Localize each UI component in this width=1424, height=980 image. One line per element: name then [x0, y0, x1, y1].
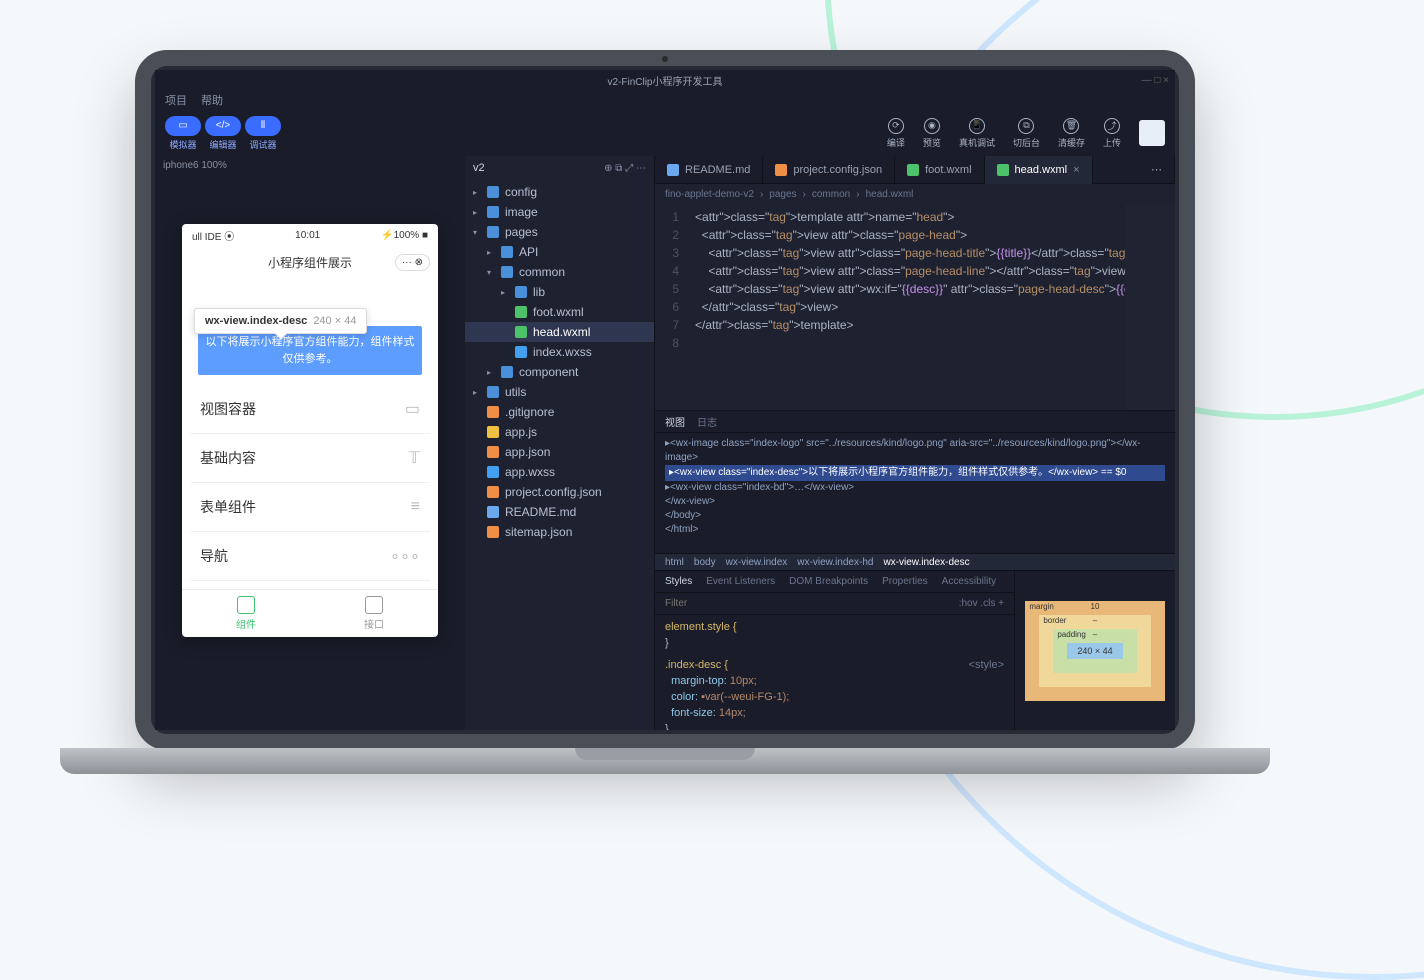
- tool-preview[interactable]: ◉预览: [923, 118, 941, 149]
- tree-item[interactable]: foot.wxml: [465, 302, 654, 322]
- styles-filter[interactable]: :hov .cls +: [655, 593, 1014, 615]
- tree-item[interactable]: ▾common: [465, 262, 654, 282]
- tree-item[interactable]: ▸lib: [465, 282, 654, 302]
- capsule-button[interactable]: ··· ⊗: [395, 254, 430, 271]
- tool-upload[interactable]: ⤴上传: [1103, 118, 1121, 149]
- menu-project[interactable]: 项目: [165, 92, 187, 108]
- tree-item[interactable]: ▾pages: [465, 222, 654, 242]
- tabs-overflow[interactable]: ⋯: [1139, 156, 1175, 184]
- tree-item[interactable]: ▸API: [465, 242, 654, 262]
- tree-item[interactable]: index.wxss: [465, 342, 654, 362]
- file-explorer: v2 ⊕ ⧉ ⤢ ⋯ ▸config▸image▾pages▸API▾commo…: [465, 156, 655, 730]
- tool-switch[interactable]: ⧉切后台: [1013, 118, 1040, 149]
- devtools-upper-tabs[interactable]: 视图 日志: [655, 411, 1175, 433]
- filter-input[interactable]: [665, 598, 959, 609]
- camera-dot: [662, 56, 668, 62]
- phone-preview[interactable]: ull IDE ⦿ 10:01 ⚡100% ■ 小程序组件展示 ··· ⊗ wx…: [182, 224, 438, 637]
- tab-api[interactable]: 接口: [310, 590, 438, 637]
- minimap[interactable]: [1125, 204, 1175, 410]
- window-titlebar: v2-FinClip小程序开发工具 — □ ×: [155, 70, 1175, 90]
- tree-item[interactable]: project.config.json: [465, 482, 654, 502]
- devtools-panel: 视图 日志 ▸<wx-image class="index-logo" src=…: [655, 410, 1175, 730]
- toolbar: ▭模拟器 </>编辑器 ⫴调试器 ⟳编译 ◉预览 📱真机调试 ⧉切后台 🗑清缓存…: [155, 110, 1175, 156]
- tree-item[interactable]: ▸config: [465, 182, 654, 202]
- tree-item[interactable]: sitemap.json: [465, 522, 654, 542]
- inspect-tooltip: wx-view.index-desc240 × 44: [194, 308, 367, 334]
- pill-simulator[interactable]: ▭模拟器: [165, 116, 201, 151]
- editor-area: README.mdproject.config.jsonfoot.wxmlhea…: [655, 156, 1175, 730]
- window-title: v2-FinClip小程序开发工具: [607, 73, 722, 88]
- tool-compile[interactable]: ⟳编译: [887, 118, 905, 149]
- editor-tab[interactable]: foot.wxml: [895, 156, 984, 184]
- tree-item[interactable]: ▸image: [465, 202, 654, 222]
- tree-item[interactable]: app.wxss: [465, 462, 654, 482]
- user-avatar[interactable]: [1139, 120, 1165, 146]
- menu-bar: 项目 帮助: [155, 90, 1175, 110]
- card-item[interactable]: 视图容器▭: [190, 385, 430, 434]
- explorer-header: v2 ⊕ ⧉ ⤢ ⋯: [465, 156, 654, 180]
- code-editor[interactable]: 12345678 <attr">class="tag">template att…: [655, 204, 1175, 410]
- box-model: margin10 border– padding– 240 × 44: [1015, 571, 1175, 730]
- editor-tabs: README.mdproject.config.jsonfoot.wxmlhea…: [655, 156, 1175, 184]
- card-item[interactable]: 基础内容𝕋: [190, 434, 430, 483]
- tree-item[interactable]: .gitignore: [465, 402, 654, 422]
- phone-nav-title: 小程序组件展示 ··· ⊗: [182, 246, 438, 278]
- laptop-frame: v2-FinClip小程序开发工具 — □ × 项目 帮助 ▭模拟器 </>编辑…: [60, 50, 1270, 830]
- pill-editor[interactable]: </>编辑器: [205, 116, 241, 151]
- phone-statusbar: ull IDE ⦿ 10:01 ⚡100% ■: [182, 224, 438, 246]
- phone-tabbar: 组件 接口: [182, 589, 438, 637]
- editor-tab[interactable]: head.wxml×: [985, 156, 1093, 184]
- simulator-panel: iphone6 100% ull IDE ⦿ 10:01 ⚡100% ■ 小程序…: [155, 156, 465, 730]
- tree-item[interactable]: ▸component: [465, 362, 654, 382]
- tree-item[interactable]: app.js: [465, 422, 654, 442]
- breadcrumb: fino-applet-demo-v2›pages›common›head.wx…: [655, 184, 1175, 204]
- dom-breadcrumb[interactable]: htmlbodywx-view.indexwx-view.index-hdwx-…: [655, 553, 1175, 571]
- styles-tabs[interactable]: StylesEvent ListenersDOM BreakpointsProp…: [655, 571, 1014, 593]
- tool-clear[interactable]: 🗑清缓存: [1058, 118, 1085, 149]
- pill-debugger[interactable]: ⫴调试器: [245, 116, 281, 151]
- dom-tree[interactable]: ▸<wx-image class="index-logo" src="../re…: [655, 433, 1175, 553]
- card-item[interactable]: 导航∘∘∘: [190, 532, 430, 581]
- card-item[interactable]: 表单组件≡: [190, 483, 430, 532]
- explorer-actions[interactable]: ⊕ ⧉ ⤢ ⋯: [604, 163, 646, 174]
- tree-item[interactable]: head.wxml: [465, 322, 654, 342]
- editor-tab[interactable]: README.md: [655, 156, 763, 184]
- ide-window: v2-FinClip小程序开发工具 — □ × 项目 帮助 ▭模拟器 </>编辑…: [155, 70, 1175, 730]
- tree-item[interactable]: ▸utils: [465, 382, 654, 402]
- tab-component[interactable]: 组件: [182, 590, 310, 637]
- tool-remote[interactable]: 📱真机调试: [959, 118, 995, 149]
- css-rules[interactable]: element.style {}.index-desc {<style> mar…: [655, 615, 1014, 730]
- window-controls[interactable]: — □ ×: [1142, 75, 1169, 86]
- tree-item[interactable]: app.json: [465, 442, 654, 462]
- editor-tab[interactable]: project.config.json: [763, 156, 895, 184]
- tree-item[interactable]: README.md: [465, 502, 654, 522]
- simulator-device-label: iphone6 100%: [155, 156, 465, 174]
- menu-help[interactable]: 帮助: [201, 92, 223, 108]
